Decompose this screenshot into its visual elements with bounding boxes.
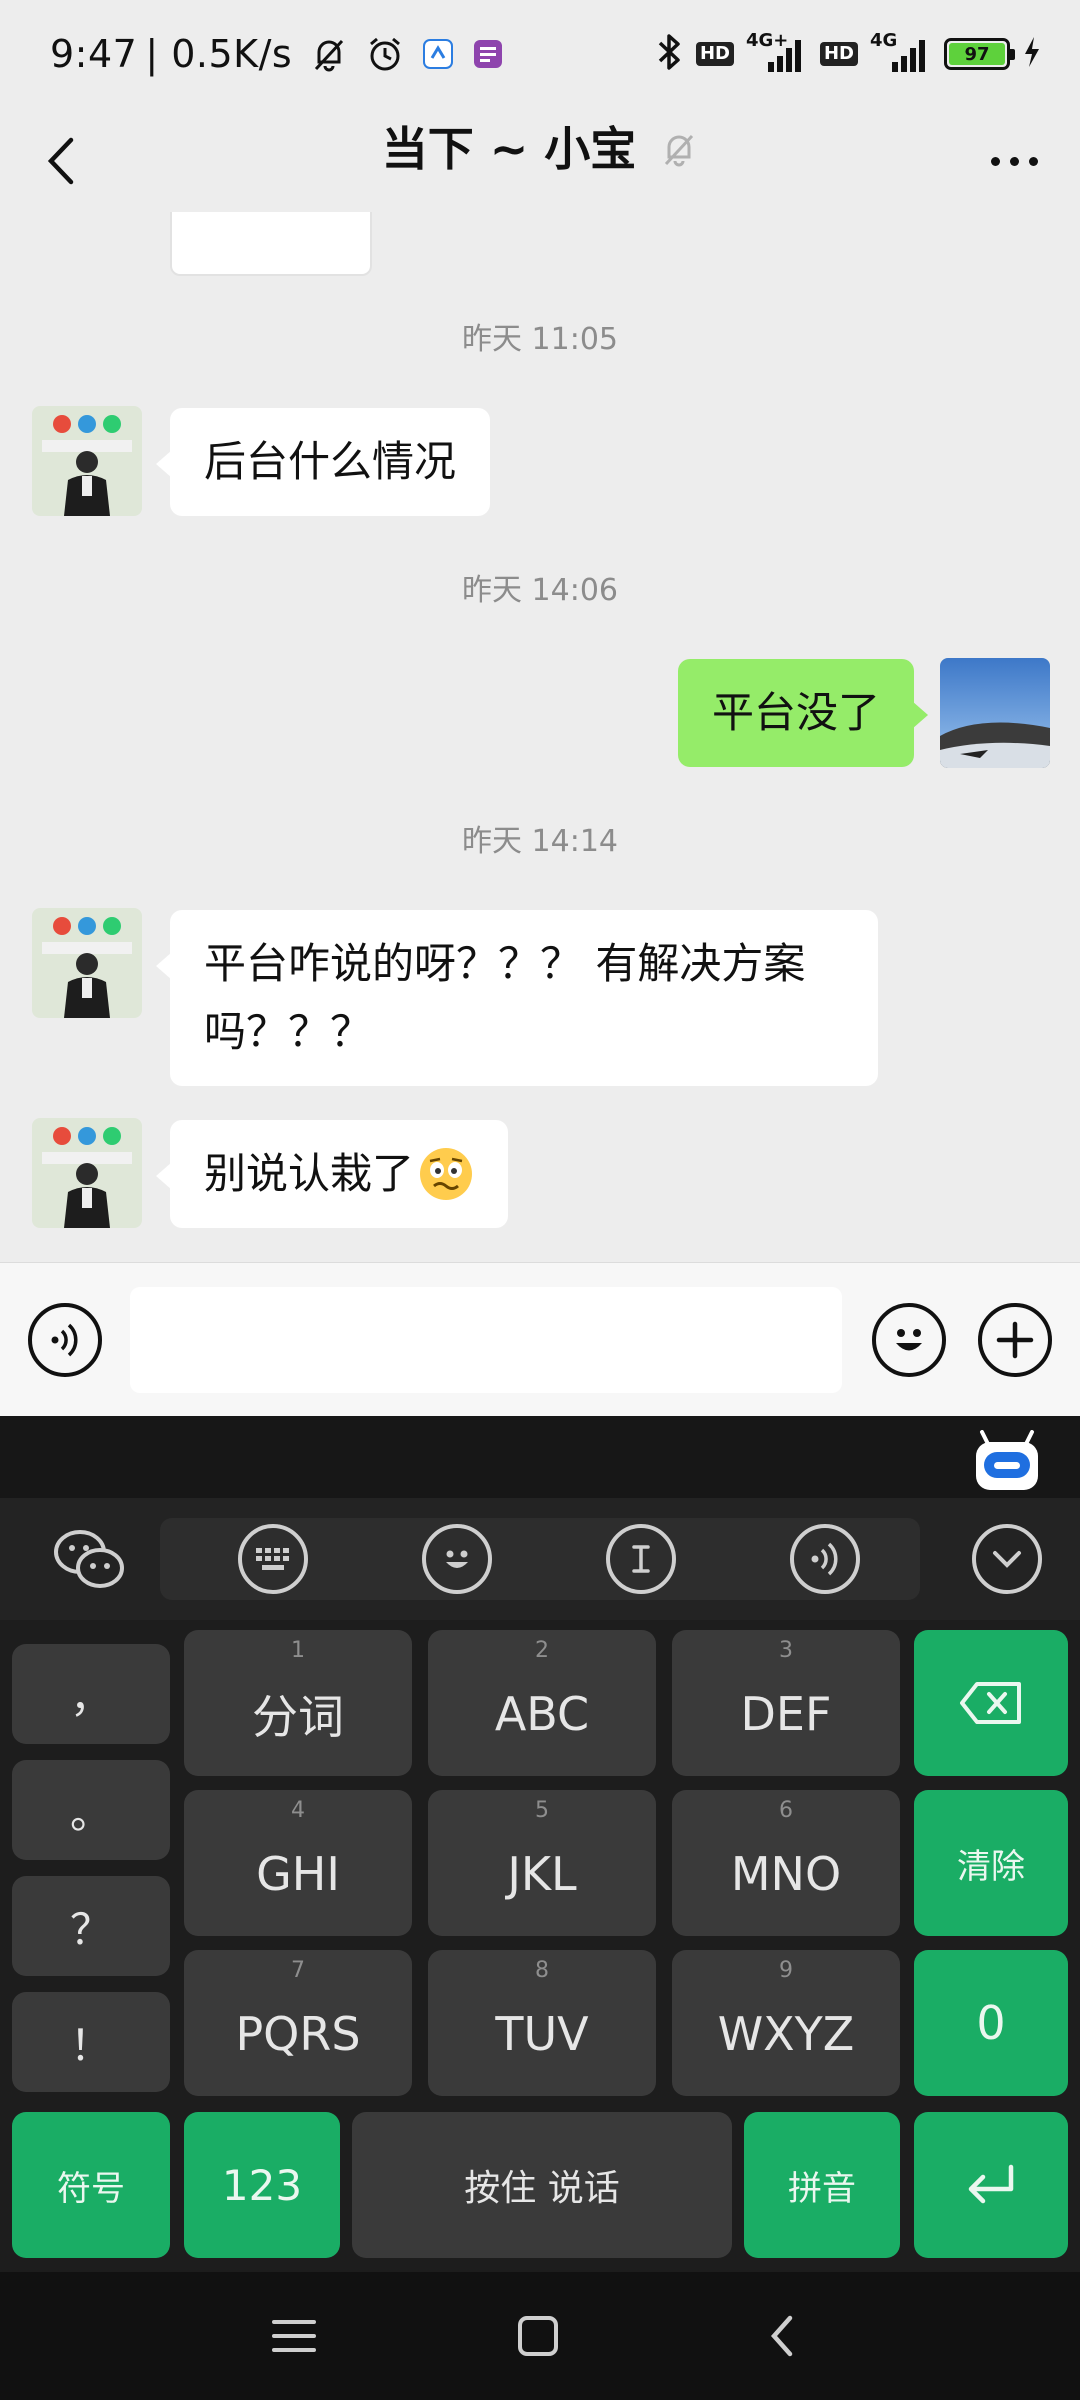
keyboard-icon [256, 1548, 289, 1570]
voice-input-button[interactable] [790, 1524, 860, 1594]
message-bubble[interactable]: 后台什么情况 [155, 408, 491, 516]
hold-to-talk-space-key[interactable]: 按住 说话 [352, 2112, 732, 2258]
collapse-keyboard-button[interactable] [972, 1524, 1042, 1594]
keyboard-layout-button[interactable] [238, 1524, 308, 1594]
text-cursor-icon [632, 1545, 650, 1573]
alarm-icon [366, 35, 404, 73]
message-bubble[interactable]: 平台咋说的呀？？？ 有解决方案 吗？？？ [156, 910, 878, 1086]
t9-key-3[interactable]: 3 DEF [672, 1630, 900, 1776]
enter-key[interactable] [914, 2112, 1068, 2258]
chat-messages[interactable]: 昨天 11:05 后台什么情况 昨天 14:06 平台没了 昨天 14:14 平… [0, 212, 1080, 1262]
smiley-icon [896, 1329, 922, 1351]
message-text-line: 吗？？？ [204, 1007, 373, 1056]
punct-period-key[interactable]: 。 [12, 1760, 170, 1860]
message-input[interactable] [130, 1287, 842, 1393]
emoji-panel-button[interactable] [422, 1524, 492, 1594]
muted-bell-icon [665, 134, 694, 167]
keyboard: ， 。 ？ ！ 1 分词 2 ABC 3 DEF 4 GHI 5 JKL 6 M… [0, 1416, 1080, 2272]
recents-button[interactable] [266, 2308, 322, 2368]
message-text-line: 平台咋说的呀？？？ 有解决方案 [204, 939, 806, 988]
contact-name: 当下 ~ 小宝 [381, 122, 637, 176]
sent-message-bubble[interactable]: 平台没了 [677, 659, 929, 767]
chevron-down-icon [993, 1551, 1021, 1568]
pinyin-mode-key[interactable]: 拼音 [744, 2112, 900, 2258]
t9-key-8[interactable]: 8 TUV [428, 1950, 656, 2096]
battery-level: 97 [949, 43, 1005, 65]
signal-4g: 4G [870, 30, 932, 76]
my-avatar[interactable] [940, 658, 1050, 768]
status-bar: 9:47 | 0.5K/s HD 4G+ HD 4G 97 [0, 0, 1080, 108]
woozy-face-emoji-icon [418, 1146, 474, 1202]
numbers-mode-key[interactable]: 123 [184, 2112, 340, 2258]
punct-comma-key[interactable]: ， [12, 1644, 170, 1744]
system-back-button[interactable] [756, 2308, 812, 2368]
wechat-icon[interactable] [52, 1522, 128, 1602]
message-bubble[interactable]: 别说认栽了 [155, 1120, 509, 1228]
punctuation-column[interactable]: ， 。 ？ ！ [12, 1630, 170, 2118]
t9-key-4[interactable]: 4 GHI [184, 1790, 412, 1936]
punct-question-key[interactable]: ？ [12, 1876, 170, 1976]
battery-icon: 97 [944, 38, 1015, 70]
plus-icon [996, 1321, 1034, 1359]
t9-key-7[interactable]: 7 PQRS [184, 1950, 412, 2096]
t9-key-6[interactable]: 6 MNO [672, 1790, 900, 1936]
enter-icon [968, 2164, 1014, 2204]
message-text: 后台什么情况 [204, 437, 457, 486]
signal-4g-plus: 4G+ [746, 30, 808, 76]
more-actions-button[interactable] [978, 1303, 1052, 1377]
network-speed: | 0.5K/s [145, 32, 293, 76]
assistant-robot-icon[interactable] [974, 1430, 1040, 1496]
status-time: 9:47 [50, 32, 138, 76]
previous-message-bubble[interactable] [170, 212, 372, 276]
hotel-app-icon [472, 38, 504, 70]
t9-key-9[interactable]: 9 WXYZ [672, 1950, 900, 2096]
backspace-key[interactable] [914, 1630, 1068, 1776]
keyboard-top-strip [0, 1416, 1080, 1498]
contact-avatar[interactable] [32, 406, 142, 516]
message-text: 别说认栽了 [204, 1149, 415, 1198]
cursor-button[interactable] [606, 1524, 676, 1594]
timestamp: 昨天 14:14 [462, 824, 618, 859]
bluetooth-icon [654, 32, 684, 76]
contact-avatar[interactable] [32, 908, 142, 1018]
timestamp: 昨天 11:05 [462, 322, 618, 357]
timestamp: 昨天 14:06 [462, 573, 618, 608]
voice-wave-icon [51, 1323, 78, 1357]
home-square-icon [518, 2316, 558, 2356]
message-input-bar [0, 1262, 1080, 1416]
status-right: HD 4G+ HD 4G 97 [654, 26, 1042, 82]
t9-key-1[interactable]: 1 分词 [184, 1630, 412, 1776]
emoji-button[interactable] [872, 1303, 946, 1377]
chevron-left-icon [770, 2315, 793, 2357]
voice-wave-icon [811, 1542, 838, 1576]
app-notification-icon [422, 38, 454, 70]
smiley-icon [446, 1550, 468, 1568]
menu-lines-icon [272, 2320, 316, 2352]
hd-badge-1: HD [695, 42, 734, 66]
backspace-icon [960, 1682, 1021, 1724]
status-left: 9:47 | 0.5K/s [50, 26, 504, 82]
symbols-key[interactable]: 符号 [12, 2112, 170, 2258]
t9-key-2[interactable]: 2 ABC [428, 1630, 656, 1776]
mute-bell-icon [310, 35, 348, 73]
punct-exclamation-key[interactable]: ！ [12, 1992, 170, 2092]
chat-title: 当下 ~ 小宝 [0, 112, 1080, 186]
message-text: 平台没了 [711, 688, 880, 737]
keyboard-toolbar [0, 1498, 1080, 1620]
zero-key[interactable]: 0 [914, 1950, 1068, 2096]
contact-avatar[interactable] [32, 1118, 142, 1228]
t9-key-5[interactable]: 5 JKL [428, 1790, 656, 1936]
home-button[interactable] [510, 2308, 566, 2368]
charging-icon [1022, 35, 1042, 73]
clear-key[interactable]: 清除 [914, 1790, 1068, 1936]
system-navigation-bar [0, 2272, 1080, 2400]
voice-input-button[interactable] [28, 1303, 102, 1377]
hd-badge-2: HD [819, 42, 858, 66]
